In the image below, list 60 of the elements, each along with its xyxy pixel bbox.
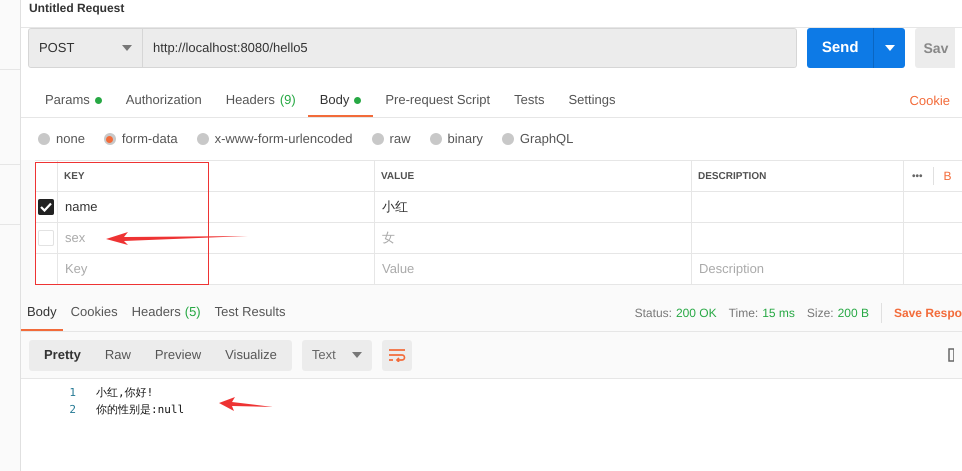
- stat-value: 200 B: [838, 304, 869, 322]
- request-tab[interactable]: Params: [33, 85, 114, 117]
- radio-button[interactable]: [196, 133, 209, 145]
- stat-label: Status:: [634, 304, 672, 322]
- caret-icon: [122, 45, 132, 51]
- radio-button[interactable]: [38, 133, 50, 145]
- wrap-button[interactable]: [382, 340, 412, 370]
- more-button[interactable]: •••: [912, 168, 923, 184]
- view-tab[interactable]: Pretty: [32, 342, 93, 368]
- line-number: 2: [68, 402, 76, 418]
- send-button[interactable]: Send: [806, 28, 906, 68]
- column-header: KEY: [58, 161, 375, 191]
- request-tab[interactable]: Pre-request Script: [373, 85, 502, 117]
- radio-label: form-data: [122, 130, 178, 148]
- stat-value: 15 ms: [762, 304, 795, 322]
- radio-label: GraphQL: [520, 130, 574, 148]
- stat-label: Size:: [806, 304, 834, 322]
- format-dropdown[interactable]: Text: [302, 340, 372, 370]
- radio-button[interactable]: [502, 133, 514, 145]
- request-tab[interactable]: Settings: [556, 85, 628, 117]
- wrap-lines-icon: [388, 348, 406, 362]
- column-header: DESCRIPTION: [692, 161, 904, 191]
- description-field[interactable]: Description: [692, 254, 904, 284]
- value-cell: 小红: [375, 192, 692, 222]
- view-tab[interactable]: Preview: [142, 342, 214, 368]
- value-cell: 女: [375, 223, 692, 253]
- code-line: 小红,你好!: [96, 385, 154, 402]
- response-tab[interactable]: Test Results: [208, 294, 292, 331]
- view-tab[interactable]: Raw: [92, 342, 143, 368]
- request-title: Untitled Request: [29, 1, 124, 15]
- radio-label: binary: [448, 130, 483, 148]
- url-field[interactable]: http://localhost:8080/hello5: [143, 28, 797, 68]
- key-cell: name: [58, 192, 375, 222]
- response-tab[interactable]: Body: [21, 294, 63, 331]
- method-dropdown[interactable]: POST: [28, 28, 143, 68]
- request-tab[interactable]: Headers (9): [214, 85, 308, 117]
- request-tab[interactable]: Authorization: [114, 85, 214, 117]
- annotation-arrow: [219, 397, 273, 411]
- radio-button[interactable]: [372, 133, 384, 145]
- stat-value: 200 OK: [676, 304, 717, 322]
- row-checkbox[interactable]: [38, 230, 54, 246]
- column-header: VALUE: [375, 161, 692, 191]
- response-tab[interactable]: Headers (5): [126, 294, 207, 331]
- copy-icon[interactable]: [948, 348, 954, 362]
- radio-label: x-www-form-urlencoded: [214, 130, 353, 148]
- code-line: 你的性别是:null: [96, 402, 184, 418]
- radio-label: raw: [390, 130, 410, 148]
- request-tab[interactable]: Tests: [502, 85, 556, 117]
- radio-button[interactable]: [104, 133, 116, 145]
- caret-icon: [352, 352, 362, 358]
- view-tab[interactable]: Visualize: [213, 342, 289, 368]
- stat-label: Time:: [728, 304, 758, 322]
- key-field[interactable]: Key: [58, 254, 375, 284]
- radio-label: none: [56, 130, 85, 148]
- row-checkbox[interactable]: [38, 199, 54, 215]
- value-field[interactable]: Value: [375, 254, 692, 284]
- line-number: 1: [68, 385, 76, 402]
- response-tab[interactable]: Cookies: [64, 294, 124, 331]
- caret-icon: [884, 45, 895, 51]
- radio-button[interactable]: [430, 133, 442, 145]
